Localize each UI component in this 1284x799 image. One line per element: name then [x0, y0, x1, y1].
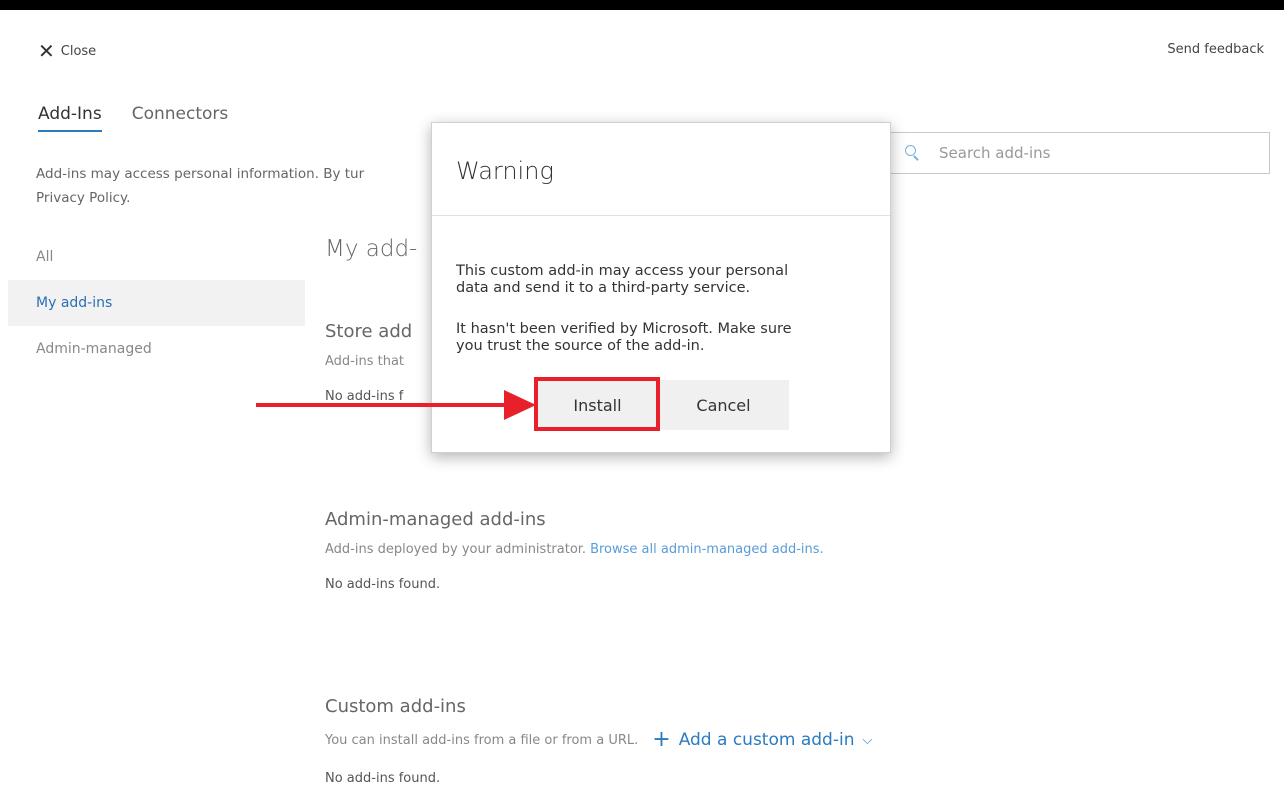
page-title: My add-: [325, 236, 418, 262]
privacy-notice-line: Add-ins may access personal information.…: [36, 166, 365, 182]
top-border-bar: [0, 0, 1284, 10]
cancel-button[interactable]: Cancel: [658, 380, 789, 430]
privacy-notice: Add-ins may access personal information.…: [36, 162, 436, 210]
custom-empty-text: No add-ins found.: [325, 771, 441, 786]
plus-icon: +: [652, 727, 671, 752]
send-feedback-link[interactable]: Send feedback: [1167, 42, 1264, 57]
custom-section: Custom add-ins You can install add-ins f…: [325, 696, 1225, 786]
dialog-divider: [432, 215, 890, 216]
search-icon: [905, 145, 921, 161]
custom-section-desc: You can install add-ins from a file or f…: [325, 729, 1225, 751]
browse-admin-link[interactable]: Browse all admin-managed add-ins.: [590, 542, 824, 557]
install-button[interactable]: Install: [537, 380, 658, 430]
sidebar-item-admin-managed[interactable]: Admin-managed: [8, 326, 305, 372]
sidebar-item-all[interactable]: All: [8, 234, 305, 280]
custom-desc-text: You can install add-ins from a file or f…: [325, 732, 639, 748]
tab-connectors[interactable]: Connectors: [132, 104, 229, 132]
sidebar-nav: All My add-ins Admin-managed: [8, 234, 305, 372]
close-label: Close: [60, 43, 97, 59]
search-input[interactable]: [937, 143, 1241, 163]
store-section: Store add Add-ins that No add-ins f: [325, 321, 412, 404]
dialog-message-line: data and send it to a third-party servic…: [456, 280, 751, 296]
admin-section-title: Admin-managed add-ins: [325, 509, 546, 530]
privacy-policy-link[interactable]: Privacy Policy.: [36, 186, 436, 210]
search-box[interactable]: [890, 132, 1270, 174]
store-empty-text: No add-ins f: [325, 389, 404, 404]
arrow-right-icon: [504, 390, 536, 420]
main-content: My add- Store add Add-ins that No add-in…: [325, 236, 872, 786]
admin-section-desc: Add-ins deployed by your administrator. …: [325, 542, 1225, 557]
add-custom-add-in-button[interactable]: + Add a custom add-in ⌵: [652, 729, 872, 751]
close-icon: ✕: [38, 39, 55, 63]
custom-section-title: Custom add-ins: [325, 696, 466, 717]
admin-section: Admin-managed add-ins Add-ins deployed b…: [325, 509, 1225, 592]
close-button[interactable]: ✕ Close: [38, 41, 96, 61]
dialog-verification-note: It hasn't been verified by Microsoft. Ma…: [456, 321, 876, 355]
dialog-message: This custom add-in may access your perso…: [456, 263, 876, 297]
admin-desc-text: Add-ins deployed by your administrator.: [325, 542, 587, 557]
annotation-arrow-line: [256, 403, 514, 407]
store-section-desc: Add-ins that: [325, 354, 405, 369]
store-section-title: Store add: [325, 321, 413, 342]
dialog-note-line: It hasn't been verified by Microsoft. Ma…: [456, 321, 792, 337]
dialog-note-line: you trust the source of the add-in.: [456, 338, 705, 354]
tab-add-ins[interactable]: Add-Ins: [38, 104, 102, 132]
dialog-title: Warning: [456, 157, 554, 185]
add-custom-label: Add a custom add-in: [678, 730, 855, 750]
dialog-message-line: This custom add-in may access your perso…: [456, 263, 789, 279]
tab-bar: Add-Ins Connectors: [38, 104, 228, 132]
sidebar-item-my-add-ins[interactable]: My add-ins: [8, 280, 305, 326]
admin-empty-text: No add-ins found.: [325, 577, 441, 592]
chevron-down-icon: ⌵: [862, 732, 873, 748]
